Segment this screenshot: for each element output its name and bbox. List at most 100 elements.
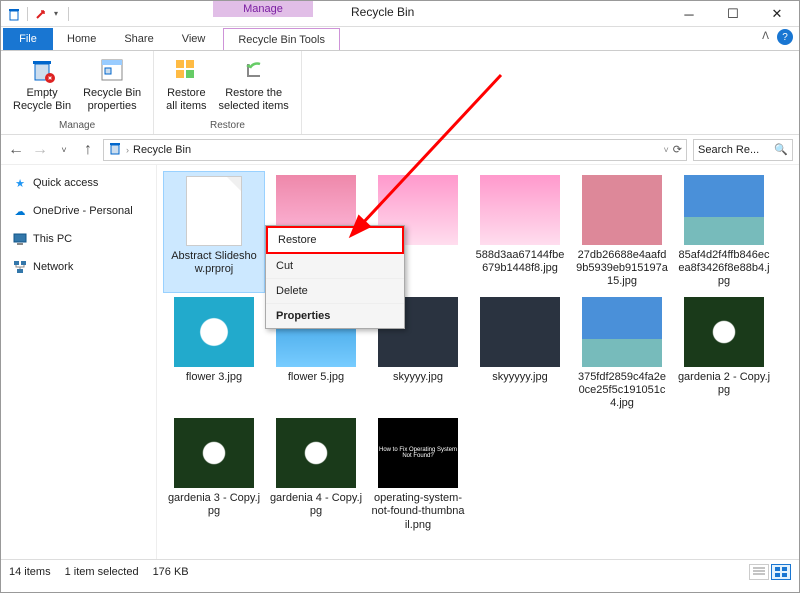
restore-selected-button[interactable]: Restore the selected items [213, 53, 295, 119]
context-menu: Restore Cut Delete Properties [265, 225, 405, 329]
file-name: gardenia 3 - Copy.jpg [167, 492, 261, 518]
item-count: 14 items [9, 566, 51, 578]
sidebar-item-label: This PC [33, 233, 72, 245]
ribbon-group-restore: Restore all items Restore the selected i… [154, 51, 302, 134]
search-icon: 🔍 [774, 143, 788, 156]
file-name: gardenia 4 - Copy.jpg [269, 492, 363, 518]
forward-button[interactable]: → [31, 141, 49, 159]
address-bar[interactable]: › Recycle Bin ˅ ⟳ [103, 139, 687, 161]
network-icon [13, 260, 27, 274]
file-name: Abstract Slideshow.prproj [168, 250, 260, 276]
sidebar-item-label: Quick access [33, 177, 98, 189]
file-name: 375fdf2859c4fa2e0ce25f5c191051c4.jpg [575, 371, 669, 411]
file-name: gardenia 2 - Copy.jpg [677, 371, 771, 397]
separator [27, 7, 28, 21]
pc-icon [13, 232, 27, 246]
file-name: 27db26688e4aafd9b5939eb915197a15.jpg [575, 249, 669, 289]
file-item[interactable]: How to Fix Operating System Not Found?op… [367, 414, 469, 536]
cloud-icon: ☁ [13, 204, 27, 218]
breadcrumb-separator[interactable]: › [126, 145, 129, 155]
file-item[interactable]: gardenia 2 - Copy.jpg [673, 293, 775, 415]
thumbnail [684, 297, 764, 367]
up-button[interactable]: ↑ [79, 141, 97, 159]
back-button[interactable]: ← [7, 141, 25, 159]
thumbnail [186, 176, 242, 246]
file-item[interactable]: Abstract Slideshow.prproj [163, 171, 265, 293]
share-tab[interactable]: Share [110, 28, 167, 50]
navigation-pane: ★ Quick access ☁ OneDrive - Personal Thi… [1, 165, 157, 559]
file-item[interactable]: skyyyyy.jpg [469, 293, 571, 415]
restore-all-icon [171, 55, 201, 85]
file-name: skyyyyy.jpg [492, 371, 547, 384]
empty-bin-label: Empty Recycle Bin [13, 87, 71, 113]
restore-all-label: Restore all items [166, 87, 206, 113]
file-item[interactable]: 375fdf2859c4fa2e0ce25f5c191051c4.jpg [571, 293, 673, 415]
file-item[interactable]: gardenia 4 - Copy.jpg [265, 414, 367, 536]
file-item[interactable]: gardenia 3 - Copy.jpg [163, 414, 265, 536]
sidebar-item-label: OneDrive - Personal [33, 205, 133, 217]
file-item[interactable]: 85af4d2f4ffb846ecea8f3426f8e88b4.jpg [673, 171, 775, 293]
thumbnail [684, 175, 764, 245]
file-item[interactable]: 588d3aa67144fbe679b1448f8.jpg [469, 171, 571, 293]
refresh-icon[interactable]: ⟳ [673, 143, 682, 156]
sidebar-item-this-pc[interactable]: This PC [5, 229, 152, 249]
ribbon: Empty Recycle Bin Recycle Bin properties… [1, 51, 799, 135]
separator [68, 7, 69, 21]
quick-access-toolbar: ▾ [1, 7, 75, 21]
restore-selected-icon [239, 55, 269, 85]
thumbnail [582, 297, 662, 367]
recent-dropdown-icon[interactable]: ˅ [55, 141, 73, 159]
address-dropdown-icon[interactable]: ˅ [664, 145, 669, 155]
help-icon[interactable]: ? [777, 29, 793, 45]
properties-icon[interactable] [34, 7, 48, 21]
recycle-bin-tools-tab[interactable]: Recycle Bin Tools [223, 28, 340, 50]
sidebar-item-quick-access[interactable]: ★ Quick access [5, 173, 152, 193]
minimize-button[interactable]: ─ [667, 1, 711, 27]
breadcrumb-location[interactable]: Recycle Bin [133, 144, 191, 156]
context-menu-delete[interactable]: Delete [266, 279, 404, 304]
file-view[interactable]: Abstract Slideshow.prproj 588d3aa67144fbe… [157, 165, 799, 559]
sidebar-item-onedrive[interactable]: ☁ OneDrive - Personal [5, 201, 152, 221]
context-menu-properties[interactable]: Properties [266, 304, 404, 328]
thumbnail [174, 297, 254, 367]
thumbnail [276, 418, 356, 488]
recycle-bin-properties-button[interactable]: Recycle Bin properties [77, 53, 147, 119]
collapse-ribbon-icon[interactable]: ᐱ [762, 31, 769, 42]
thumbnails-view-button[interactable] [771, 564, 791, 580]
thumbnail [174, 418, 254, 488]
file-name: 85af4d2f4ffb846ecea8f3426f8e88b4.jpg [677, 249, 771, 289]
thumbnail: How to Fix Operating System Not Found? [378, 418, 458, 488]
restore-all-button[interactable]: Restore all items [160, 53, 212, 119]
sidebar-item-network[interactable]: Network [5, 257, 152, 277]
file-item[interactable]: flower 3.jpg [163, 293, 265, 415]
close-button[interactable]: ✕ [755, 1, 799, 27]
context-menu-restore[interactable]: Restore [266, 226, 404, 254]
file-name: 588d3aa67144fbe679b1448f8.jpg [473, 249, 567, 275]
properties-label: Recycle Bin properties [83, 87, 141, 113]
item-grid: Abstract Slideshow.prproj 588d3aa67144fbe… [163, 171, 793, 536]
view-switcher [749, 564, 791, 580]
thumbnail [480, 297, 560, 367]
file-name: operating-system-not-found-thumbnail.png [371, 492, 465, 532]
search-input[interactable]: Search Re... 🔍 [693, 139, 793, 161]
qat-dropdown-icon[interactable]: ▾ [54, 9, 62, 18]
restore-selected-label: Restore the selected items [219, 87, 289, 113]
file-name: skyyyy.jpg [393, 371, 443, 384]
recycle-bin-icon [108, 141, 122, 158]
details-view-button[interactable] [749, 564, 769, 580]
home-tab[interactable]: Home [53, 28, 110, 50]
selected-size: 176 KB [153, 566, 189, 578]
properties-icon [97, 55, 127, 85]
empty-bin-icon [27, 55, 57, 85]
maximize-button[interactable]: ☐ [711, 1, 755, 27]
recycle-bin-icon[interactable] [7, 7, 21, 21]
ribbon-tabs: File Home Share View Recycle Bin Tools ᐱ… [1, 27, 799, 51]
window-controls: ─ ☐ ✕ [667, 1, 799, 27]
view-tab[interactable]: View [168, 28, 220, 50]
context-menu-cut[interactable]: Cut [266, 254, 404, 279]
file-tab[interactable]: File [3, 28, 53, 50]
empty-recycle-bin-button[interactable]: Empty Recycle Bin [7, 53, 77, 119]
file-item[interactable]: 27db26688e4aafd9b5939eb915197a15.jpg [571, 171, 673, 293]
group-label: Restore [210, 119, 245, 132]
contextual-tab-header: Manage [213, 1, 313, 17]
